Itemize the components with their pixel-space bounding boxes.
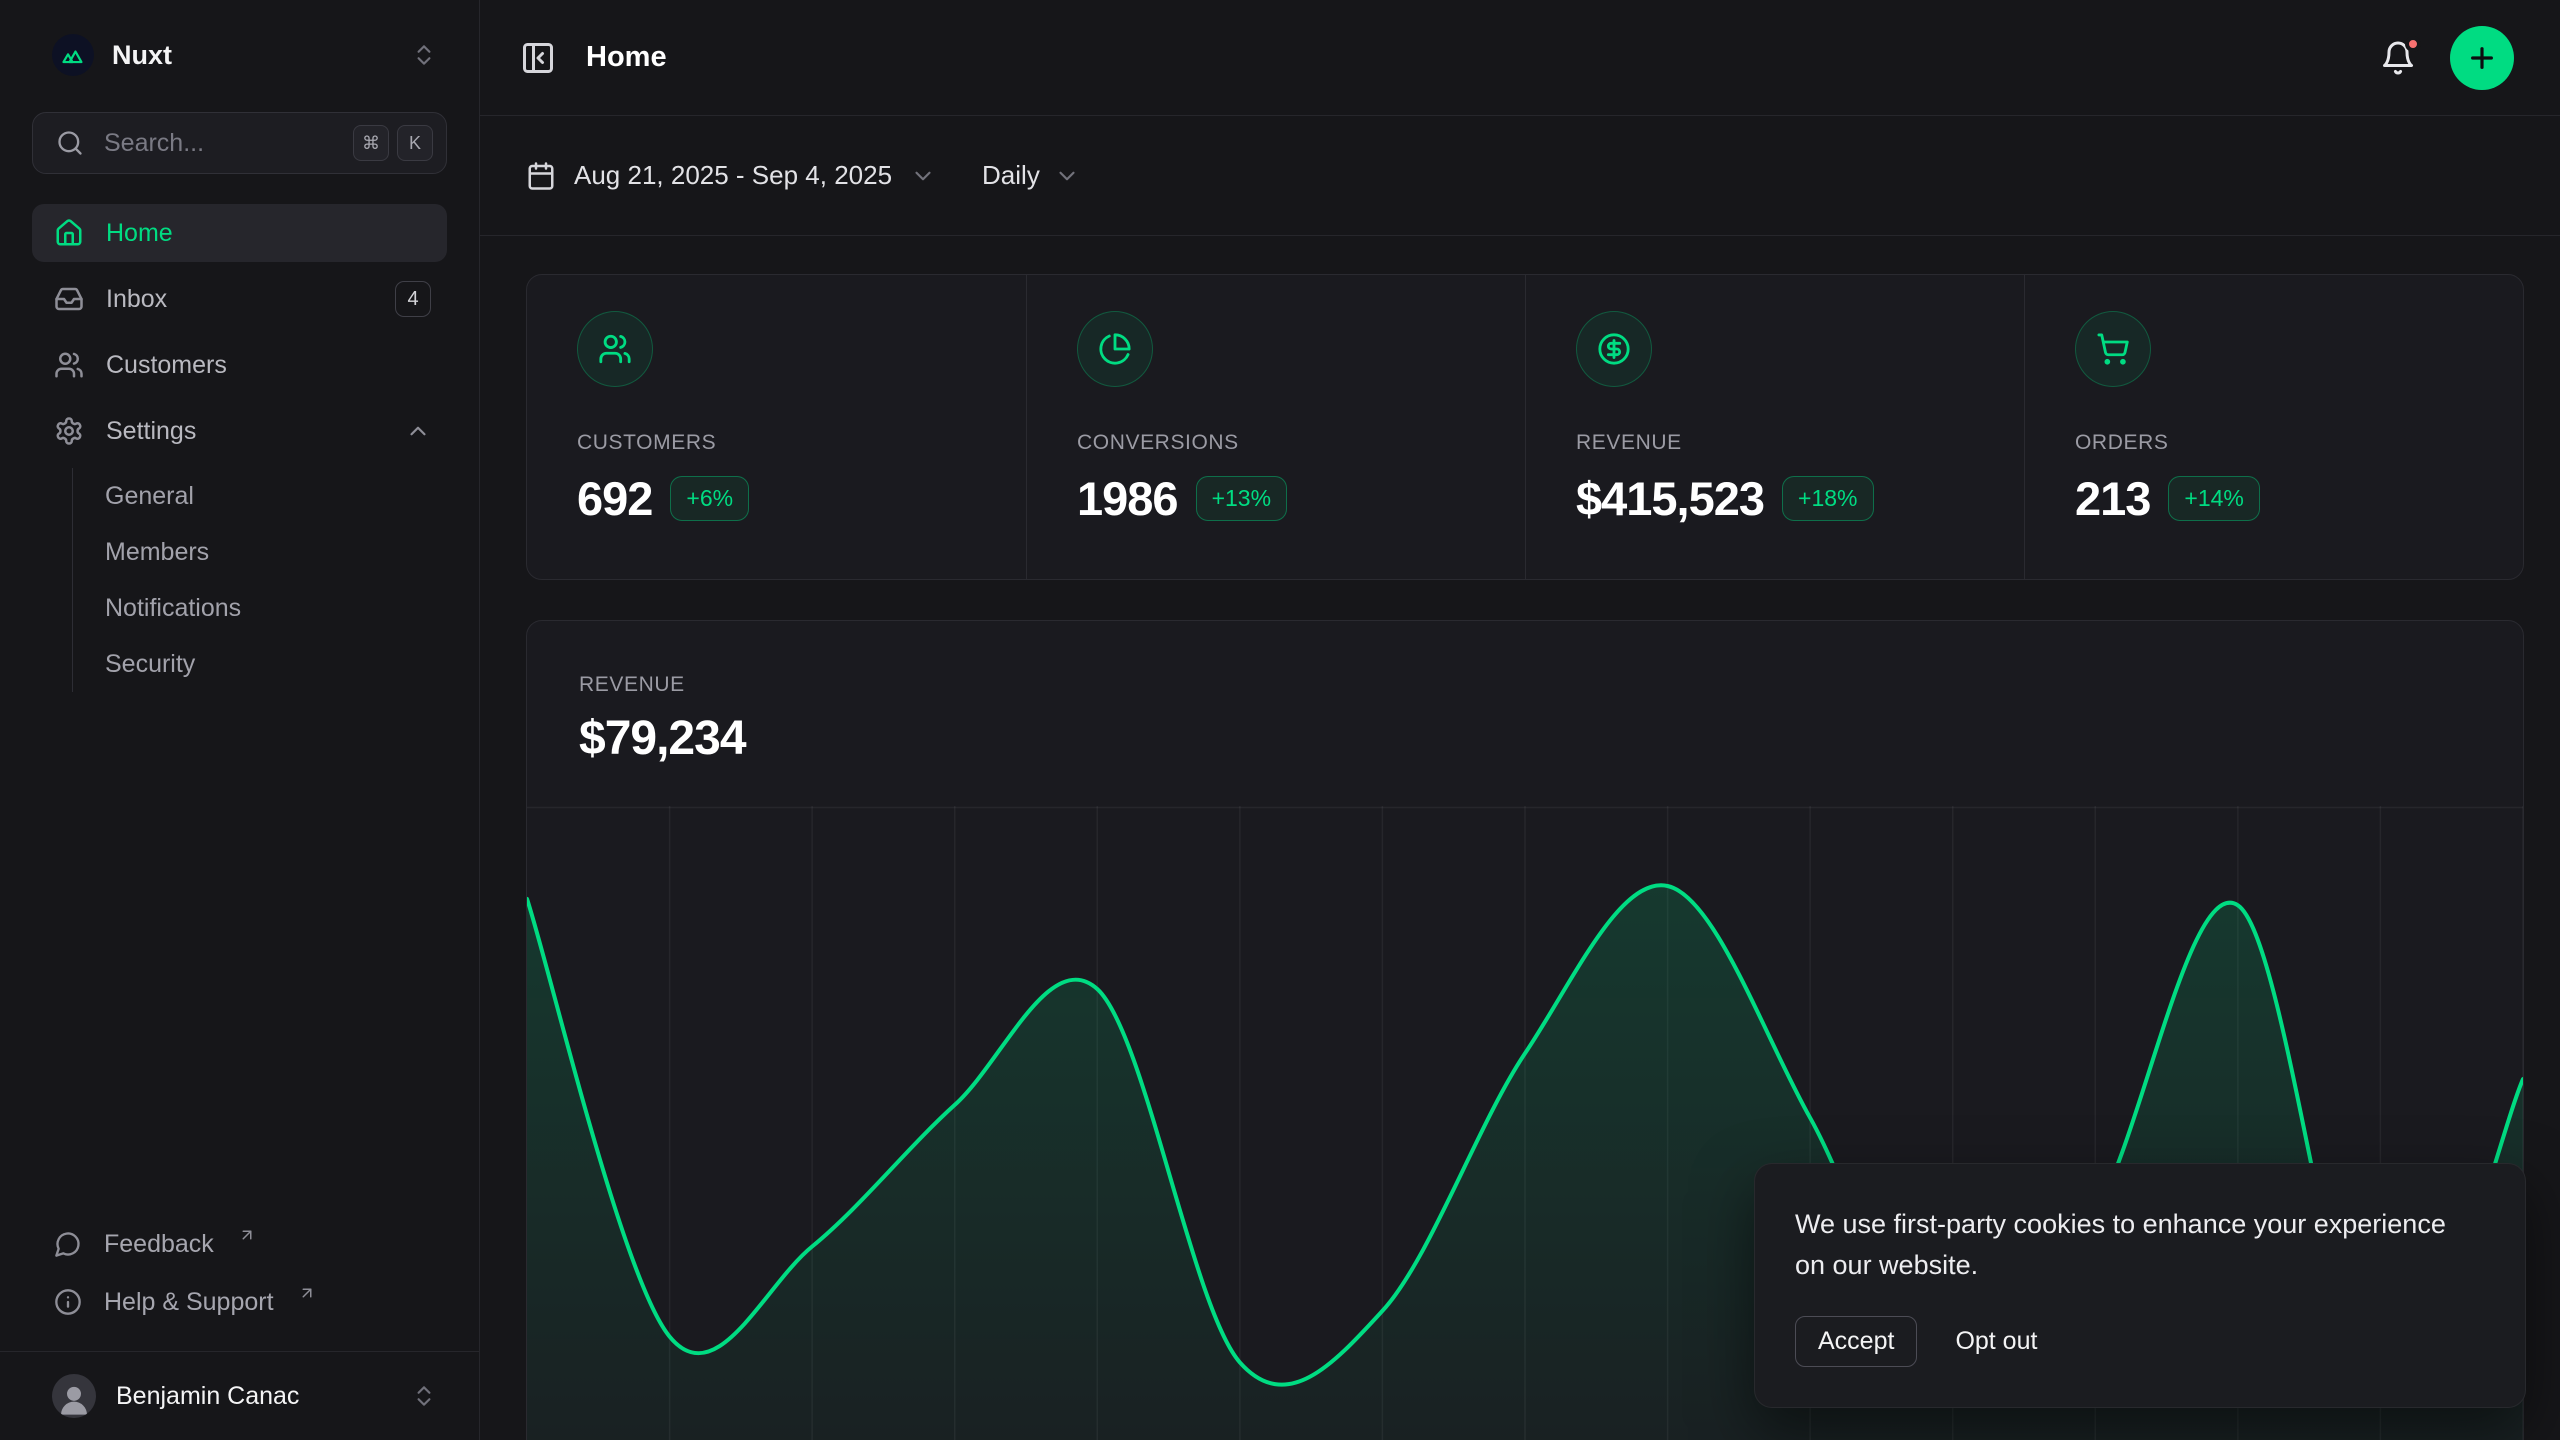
stat-delta-badge: +18%	[1782, 476, 1873, 521]
sidebar-link-label: Help & Support	[104, 1288, 274, 1317]
sidebar-item-settings[interactable]: Settings	[32, 402, 447, 460]
notification-dot	[2405, 36, 2421, 52]
filter-toolbar: Aug 21, 2025 - Sep 4, 2025 Daily	[480, 116, 2560, 236]
nuxt-mountains-icon	[60, 42, 86, 68]
calendar-icon	[526, 161, 556, 191]
stat-label: REVENUE	[1576, 431, 2000, 455]
inbox-icon	[54, 284, 84, 314]
stat-value: 213	[2075, 471, 2150, 526]
sidebar-subitem-notifications[interactable]: Notifications	[105, 580, 447, 636]
stat-card-revenue[interactable]: REVENUE $415,523 +18%	[1525, 275, 2024, 579]
search-icon	[56, 129, 84, 157]
stats-row: CUSTOMERS 692 +6% CONVERSIONS 1986 +13% REVENU…	[526, 274, 2524, 580]
chevrons-up-down-icon	[411, 1383, 437, 1409]
stat-label: ORDERS	[2075, 431, 2499, 455]
stat-value: $415,523	[1576, 471, 1764, 526]
brand-name: Nuxt	[112, 40, 172, 71]
sidebar-link-help-support[interactable]: Help & Support	[32, 1273, 447, 1331]
stat-delta-badge: +6%	[670, 476, 749, 521]
opt-out-button[interactable]: Opt out	[1955, 1327, 2037, 1356]
stat-icon-circle	[2075, 311, 2151, 387]
message-circle-icon	[54, 1230, 82, 1258]
sidebar-item-label: Settings	[106, 417, 196, 446]
search-input[interactable]: Search... ⌘ K	[32, 112, 447, 174]
granularity-select[interactable]: Daily	[982, 160, 1080, 191]
revenue-chart-value: $79,234	[579, 711, 2523, 766]
gear-icon	[54, 416, 84, 446]
sidebar: Nuxt Search... ⌘ K Home Inbox 4 Customers Se…	[0, 0, 480, 1440]
stat-icon-circle	[1077, 311, 1153, 387]
chevron-down-icon	[1054, 163, 1080, 189]
sidebar-item-label: Inbox	[106, 285, 167, 314]
sidebar-item-customers[interactable]: Customers	[32, 336, 447, 394]
revenue-chart-header: REVENUE $79,234	[527, 621, 2523, 766]
circle-dollar-icon	[1597, 332, 1631, 366]
inbox-count-badge: 4	[395, 281, 431, 317]
date-range-value: Aug 21, 2025 - Sep 4, 2025	[574, 160, 892, 191]
sidebar-item-inbox[interactable]: Inbox 4	[32, 270, 447, 328]
sidebar-item-home[interactable]: Home	[32, 204, 447, 262]
cart-icon	[2096, 332, 2130, 366]
stat-icon-circle	[1576, 311, 1652, 387]
stat-value: 1986	[1077, 471, 1178, 526]
kbd-k: K	[397, 125, 433, 161]
sidebar-footer: Feedback Help & Support	[32, 1215, 447, 1351]
stat-delta-badge: +13%	[1196, 476, 1287, 521]
search-shortcut: ⌘ K	[353, 125, 433, 161]
chevron-down-icon	[910, 163, 936, 189]
nuxt-logo	[52, 34, 94, 76]
sidebar-link-feedback[interactable]: Feedback	[32, 1215, 447, 1273]
page-header: Home	[480, 0, 2560, 116]
sidebar-subitem-security[interactable]: Security	[105, 636, 447, 692]
sidebar-subitem-members[interactable]: Members	[105, 524, 447, 580]
house-icon	[54, 218, 84, 248]
user-name: Benjamin Canac	[116, 1382, 299, 1411]
user-menu[interactable]: Benjamin Canac	[32, 1352, 447, 1440]
sidebar-subitem-general[interactable]: General	[105, 468, 447, 524]
stat-label: CUSTOMERS	[577, 431, 1002, 455]
pie-chart-icon	[1098, 332, 1132, 366]
kbd-cmd: ⌘	[353, 125, 389, 161]
search-placeholder: Search...	[104, 129, 333, 158]
chevron-up-icon	[405, 418, 431, 444]
cookie-banner: We use first-party cookies to enhance yo…	[1754, 1163, 2526, 1408]
users-icon	[598, 332, 632, 366]
plus-icon	[2466, 42, 2498, 74]
arrow-up-right-icon	[298, 1284, 316, 1302]
cookie-message: We use first-party cookies to enhance yo…	[1795, 1204, 2465, 1286]
stat-delta-badge: +14%	[2168, 476, 2259, 521]
panel-left-close-icon	[520, 40, 556, 76]
stat-card-orders[interactable]: ORDERS 213 +14%	[2024, 275, 2523, 579]
sidebar-item-label: Home	[106, 219, 173, 248]
header-actions	[2380, 26, 2514, 90]
stat-label: CONVERSIONS	[1077, 431, 1501, 455]
workspace-switcher[interactable]: Nuxt	[32, 24, 447, 86]
add-button[interactable]	[2450, 26, 2514, 90]
page-title: Home	[586, 41, 667, 74]
info-icon	[54, 1288, 82, 1316]
sidebar-nav: Home Inbox 4 Customers Settings GeneralMember…	[32, 204, 447, 700]
sidebar-link-label: Feedback	[104, 1230, 214, 1259]
sidebar-subnav: GeneralMembersNotificationsSecurity	[72, 468, 447, 692]
stat-icon-circle	[577, 311, 653, 387]
stat-value: 692	[577, 471, 652, 526]
revenue-chart-label: REVENUE	[579, 673, 2523, 697]
users-icon	[54, 350, 84, 380]
notifications-button[interactable]	[2380, 40, 2416, 76]
granularity-value: Daily	[982, 160, 1040, 191]
avatar	[52, 1374, 96, 1418]
accept-button[interactable]: Accept	[1795, 1316, 1917, 1367]
stat-card-conversions[interactable]: CONVERSIONS 1986 +13%	[1026, 275, 1525, 579]
collapse-sidebar-button[interactable]	[520, 40, 556, 76]
date-range-picker[interactable]: Aug 21, 2025 - Sep 4, 2025	[526, 160, 936, 191]
stat-card-customers[interactable]: CUSTOMERS 692 +6%	[527, 275, 1026, 579]
cookie-actions: Accept Opt out	[1795, 1316, 2485, 1367]
arrow-up-right-icon	[238, 1226, 256, 1244]
chevrons-up-down-icon	[411, 42, 437, 68]
sidebar-item-label: Customers	[106, 351, 227, 380]
